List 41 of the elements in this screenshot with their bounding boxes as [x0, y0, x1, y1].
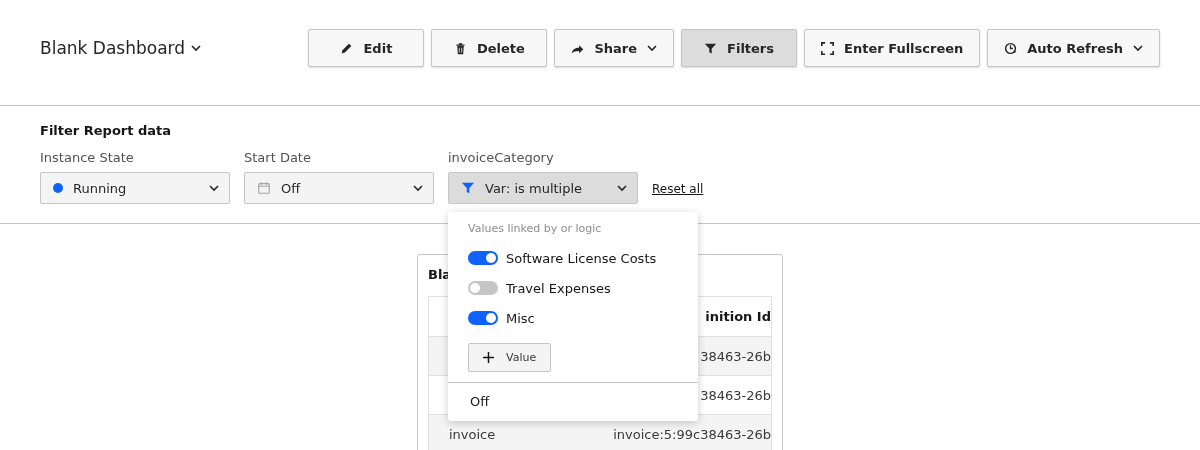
section-title: Filter Report data [40, 123, 173, 138]
toggle-switch[interactable] [468, 251, 498, 265]
caret-icon [209, 184, 219, 192]
status-dot [53, 183, 63, 193]
toolbar-button[interactable]: Edit [308, 29, 425, 67]
caret-icon [413, 184, 423, 192]
table-cell: invoice [449, 426, 496, 442]
toolbar-button[interactable]: Auto Refresh [987, 29, 1160, 67]
value-label: Software License Costs [506, 250, 657, 266]
value-label: Travel Expenses [506, 280, 611, 296]
trash-icon [453, 41, 467, 55]
caret-icon [191, 44, 202, 52]
value-label: Misc [506, 310, 535, 326]
funnel-icon [704, 41, 718, 55]
toggle-switch[interactable] [468, 281, 498, 295]
reset-all-link[interactable]: Reset all [652, 182, 704, 196]
field-label: Start Date [244, 150, 312, 165]
table-cell: invoice:5:99c38463-26b [613, 426, 771, 442]
hint-text: Values linked by or logic [467, 222, 603, 237]
dashboard-title-dropdown[interactable]: Blank Dashboard [40, 38, 202, 58]
toolbar-button[interactable]: Filters [681, 29, 798, 67]
select-field[interactable]: Var: is multiple [448, 172, 638, 204]
field-label: Instance State [40, 150, 135, 165]
clock-refresh-icon [1004, 41, 1018, 55]
funnel-icon [461, 181, 475, 195]
select-field[interactable]: Running [40, 172, 230, 204]
table-cell: 38463-26b [700, 387, 771, 403]
toolbar-button[interactable]: Share [554, 29, 675, 67]
plus-icon [483, 352, 494, 363]
add-value-button[interactable]: Value [468, 343, 552, 372]
table-cell: 38463-26b [700, 348, 771, 364]
pencil-icon [340, 41, 354, 55]
select-field[interactable]: Off [244, 172, 434, 204]
caret-icon [617, 184, 627, 192]
toolbar-button[interactable]: Enter Fullscreen [804, 29, 981, 67]
corners-icon [821, 41, 835, 55]
toolbar-button[interactable]: Delete [431, 29, 548, 67]
field-label: invoiceCategory [448, 150, 555, 165]
calendar-icon [257, 181, 271, 195]
column-header: inition Id [705, 309, 771, 324]
toggle-switch[interactable] [468, 311, 498, 325]
